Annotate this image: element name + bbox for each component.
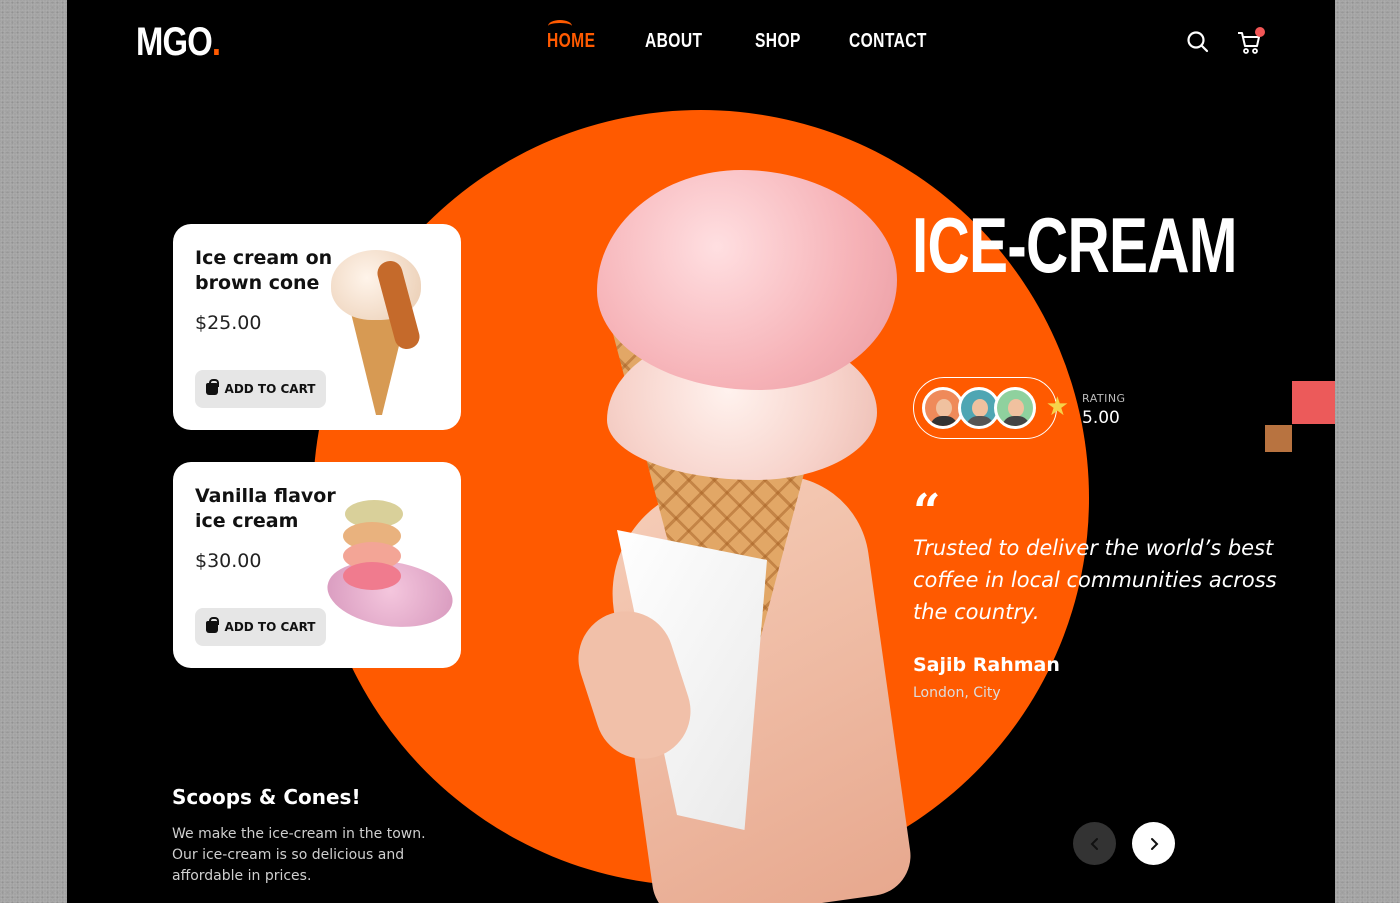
- rating-value: 5.00: [1082, 408, 1120, 428]
- strawberry-scoop: [597, 170, 897, 390]
- hero-ice-cream-image: [517, 170, 937, 903]
- nav-shop[interactable]: SHOP: [755, 30, 801, 53]
- nav-contact[interactable]: CONTACT: [849, 30, 927, 53]
- logo-text: MGO: [136, 20, 213, 64]
- testimonial-quote: Trusted to deliver the world’s best coff…: [913, 536, 1277, 624]
- page-frame: MGO. HOME ABOUT SHOP CONTACT Ice cream o…: [67, 0, 1335, 903]
- chevron-left-icon[interactable]: [1073, 822, 1116, 865]
- section-title: Scoops & Cones!: [172, 785, 361, 809]
- cart-icon[interactable]: [1235, 27, 1265, 56]
- search-icon[interactable]: [1184, 28, 1212, 56]
- product-price: $30.00: [195, 550, 262, 572]
- nav-home[interactable]: HOME: [547, 30, 595, 53]
- testimonial-author: Sajib Rahman: [913, 654, 1060, 676]
- product-card[interactable]: Ice cream on brown cone $25.00 ADD TO CA…: [173, 224, 461, 430]
- logo-dot: .: [211, 20, 221, 64]
- logo[interactable]: MGO.: [136, 20, 221, 65]
- hero-headline: ICE-CREAM: [912, 201, 1238, 289]
- main-nav: HOME ABOUT SHOP CONTACT: [547, 30, 949, 53]
- add-to-cart-label: ADD TO CART: [224, 620, 316, 634]
- star-icon: ★: [1045, 392, 1069, 422]
- avatar: [994, 387, 1036, 429]
- product-title: Ice cream on brown cone: [195, 247, 333, 294]
- testimonial-location: London, City: [913, 685, 1001, 701]
- product-title: Vanilla flavor ice cream: [195, 485, 336, 532]
- add-to-cart-label: ADD TO CART: [224, 382, 316, 396]
- cone-product-image: [331, 250, 431, 420]
- section-description: We make the ice-cream in the town. Our i…: [172, 826, 426, 884]
- nav-about[interactable]: ABOUT: [645, 30, 702, 53]
- quote-icon: “: [913, 484, 941, 540]
- product-card[interactable]: Vanilla flavor ice cream $30.00 ADD TO C…: [173, 462, 461, 668]
- customer-avatars: ★: [913, 377, 1069, 439]
- add-to-cart-button[interactable]: ADD TO CART: [195, 370, 326, 408]
- cart-notification-dot: [1255, 27, 1265, 37]
- decor-square: [1292, 381, 1335, 424]
- chevron-right-icon[interactable]: [1132, 822, 1175, 865]
- product-price: $25.00: [195, 312, 262, 334]
- rating-label: RATING: [1082, 392, 1126, 405]
- bag-icon: [205, 617, 219, 633]
- add-to-cart-button[interactable]: ADD TO CART: [195, 608, 326, 646]
- decor-square: [1265, 425, 1292, 452]
- bag-icon: [205, 379, 219, 395]
